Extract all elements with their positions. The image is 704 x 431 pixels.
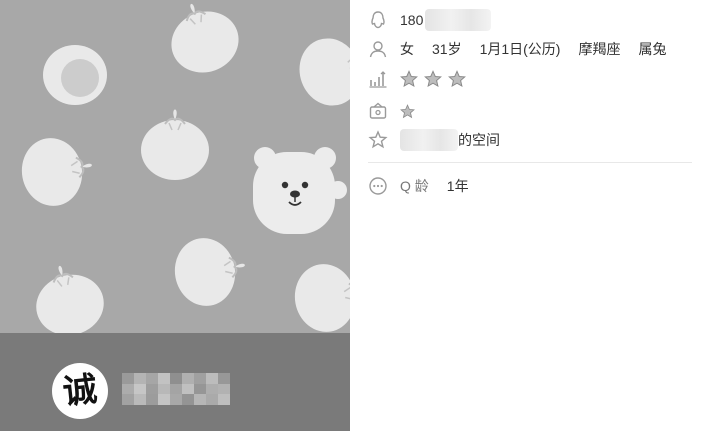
birthday-text: 1月1日(公历) <box>479 41 561 57</box>
mosaic-cell <box>134 373 146 384</box>
cover-image <box>0 0 350 333</box>
mosaic-cell <box>146 373 158 384</box>
qage-label: Q 龄 <box>400 178 429 194</box>
mosaic-cell <box>206 383 218 395</box>
nickname-redacted <box>122 373 230 405</box>
mosaic-cell <box>194 373 206 384</box>
vip-row <box>368 100 421 122</box>
star-outline-icon <box>368 130 388 149</box>
level-chart-icon <box>369 71 387 88</box>
qq-number-visible: 180 <box>400 12 424 28</box>
qq-number-redacted <box>425 9 492 31</box>
star-icon <box>400 70 418 88</box>
star-icon <box>448 70 466 88</box>
mosaic-cell <box>170 383 182 395</box>
mosaic-cell <box>158 383 170 395</box>
level-row <box>368 68 472 90</box>
zodiac-text: 摩羯座 <box>578 41 621 57</box>
more-dots-icon[interactable] <box>368 176 388 196</box>
qage-value: 1年 <box>446 178 469 194</box>
bun-pattern-illustration <box>15 0 350 333</box>
section-divider <box>368 162 692 163</box>
mosaic-cell <box>146 383 158 395</box>
mosaic-cell <box>194 383 206 395</box>
star-icon <box>424 70 442 88</box>
space-row[interactable]: 的空间 <box>368 129 500 151</box>
mosaic-cell <box>122 373 134 384</box>
star-icon <box>400 103 415 118</box>
level-stars <box>400 70 472 88</box>
mosaic-cell <box>218 383 230 395</box>
mosaic-cell <box>182 373 194 384</box>
crown-box-icon <box>369 102 387 119</box>
mosaic-cell <box>194 394 206 405</box>
qage-row: Q 龄 1年 <box>368 175 469 197</box>
avatar-calligraphy: 诚 <box>61 369 99 413</box>
mosaic-cell <box>122 394 134 405</box>
mosaic-cell <box>218 394 230 405</box>
mosaic-cell <box>158 394 170 405</box>
age-text: 31岁 <box>432 41 462 57</box>
mosaic-cell <box>122 383 134 395</box>
mosaic-cell <box>206 394 218 405</box>
cover-footer: 诚 <box>0 333 350 431</box>
vip-stars <box>400 103 421 119</box>
mosaic-cell <box>158 373 170 384</box>
mosaic-cell <box>134 394 146 405</box>
mosaic-cell <box>182 383 194 395</box>
gender-text: 女 <box>400 41 414 57</box>
mosaic-cell <box>170 373 182 384</box>
chinese-zodiac-text: 属兔 <box>638 41 667 57</box>
space-link-text[interactable]: 的空间 <box>458 130 500 150</box>
penguin-icon <box>371 11 385 29</box>
egg-bun-shape <box>43 45 107 105</box>
qq-number-row: 180 <box>368 9 492 31</box>
mosaic-cell <box>170 394 182 405</box>
personal-info-row: 女 31岁 1月1日(公历) 摩羯座 属兔 <box>368 38 666 60</box>
bear-face-shape <box>253 147 347 234</box>
person-icon <box>369 41 387 58</box>
avatar[interactable]: 诚 <box>52 363 108 419</box>
mosaic-cell <box>134 383 146 395</box>
mosaic-cell <box>218 373 230 384</box>
mosaic-cell <box>182 394 194 405</box>
mosaic-cell <box>146 394 158 405</box>
space-owner-redacted <box>400 129 458 151</box>
mosaic-cell <box>206 373 218 384</box>
